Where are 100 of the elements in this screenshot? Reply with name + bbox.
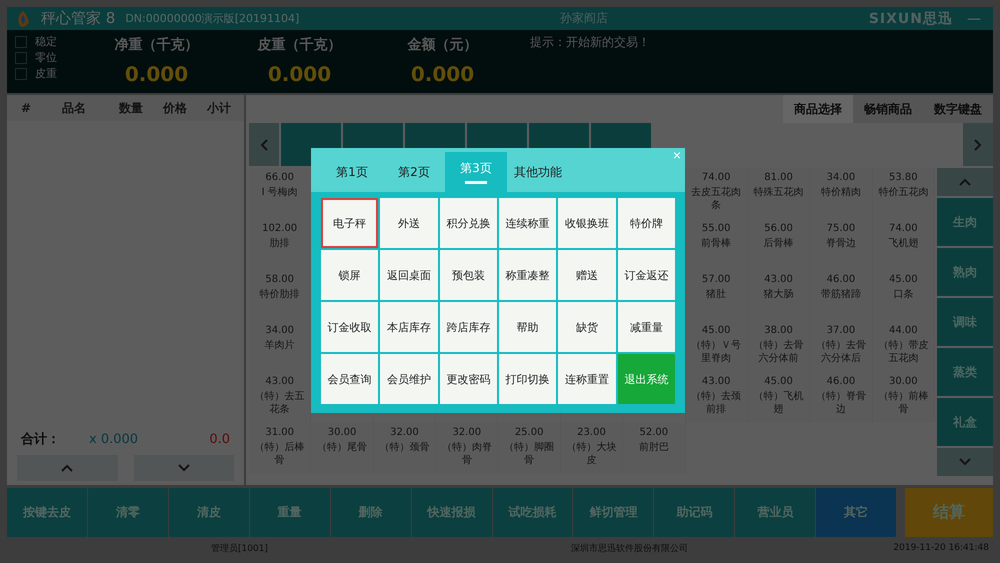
status-label: 皮重 [35, 66, 57, 81]
product-tile[interactable]: 53.80 特价五花肉 [872, 168, 935, 219]
column-header: 数量 [118, 100, 144, 116]
action-button[interactable]: 鲜切管理 [573, 488, 654, 537]
function-button[interactable]: 电子秤 [321, 198, 378, 248]
function-button[interactable]: 本店库存 [380, 302, 438, 352]
product-tile[interactable]: 45.00 （特）Ｖ号里脊肉 [686, 321, 748, 372]
product-name: 特价五花肉 [877, 187, 930, 200]
product-name: 去皮五花肉条 [690, 187, 742, 212]
reading-label: 皮重（千克） [258, 36, 342, 54]
product-name: （特）肉脊骨 [440, 442, 493, 467]
view-tab[interactable]: 数字键盘 [923, 95, 993, 123]
product-price: 81.00 [764, 172, 793, 183]
column-header: 价格 [162, 100, 188, 116]
function-button[interactable]: 收银换班 [558, 198, 616, 248]
product-tile[interactable]: 57.00 猪肚 [686, 270, 748, 321]
action-button[interactable]: 助记码 [654, 488, 734, 537]
action-button[interactable]: 快速报损 [412, 488, 492, 537]
product-price: 46.00 [826, 274, 856, 285]
status-label: 稳定 [35, 34, 57, 49]
action-button[interactable]: 营业员 [735, 488, 816, 537]
view-tab[interactable]: 畅销商品 [853, 95, 923, 123]
product-price: 56.00 [764, 223, 793, 234]
action-button[interactable]: 按键去皮 [7, 488, 87, 537]
action-button[interactable]: 重量 [250, 488, 330, 537]
category-button[interactable]: 生肉 [937, 198, 993, 246]
product-tile[interactable]: 55.00 前骨棒 [686, 219, 748, 270]
minimize-button[interactable]: — [963, 10, 985, 26]
product-price: 75.00 [826, 223, 856, 234]
category-button[interactable]: 蒸类 [937, 348, 993, 396]
product-price: 34.00 [265, 325, 294, 336]
product-name: 前骨棒 [700, 238, 732, 250]
product-price: 55.00 [702, 223, 731, 234]
product-tile[interactable]: 74.00 去皮五花肉条 [686, 168, 748, 219]
function-button[interactable]: 缺货 [558, 302, 616, 352]
column-header: # [20, 101, 32, 115]
product-name: 特价精肉 [820, 187, 862, 200]
reading-value: 0.000 [410, 62, 474, 86]
function-button[interactable]: 连称重置 [558, 354, 616, 404]
product-tile[interactable]: 44.00 （特）带皮五花肉 [872, 321, 935, 372]
product-price: 74.00 [702, 172, 731, 183]
action-button[interactable]: 试吃损耗 [492, 488, 572, 537]
product-tile[interactable]: 74.00 飞机翅 [872, 219, 935, 270]
function-button[interactable]: 称重凑整 [498, 250, 556, 300]
action-button[interactable]: 清零 [88, 488, 168, 537]
category-button[interactable]: 熟肉 [937, 248, 993, 296]
product-price: 58.00 [265, 274, 294, 285]
page-tab[interactable]: 第3页 [445, 152, 507, 192]
function-button[interactable]: 打印切换 [498, 354, 556, 404]
status-label: 零位 [35, 50, 57, 65]
product-price: 23.00 [577, 427, 606, 438]
function-button[interactable]: 连续称重 [498, 198, 556, 248]
action-button[interactable]: 结算 [905, 488, 994, 537]
product-name: 猪肚 [705, 289, 728, 302]
product-price: 53.80 [888, 172, 918, 183]
function-button[interactable]: 订金收取 [321, 302, 378, 352]
function-button[interactable]: 预包装 [440, 250, 497, 300]
function-button[interactable]: 会员查询 [321, 354, 378, 404]
product-price: 25.00 [514, 427, 544, 438]
page-tab[interactable]: 第1页 [321, 152, 383, 192]
brand-logo: SIXUN思迅 [868, 10, 953, 28]
page-tab[interactable]: 第2页 [383, 152, 445, 192]
product-price: 45.00 [702, 325, 731, 336]
product-name: （特）去骨六分体后 [814, 340, 867, 365]
product-price: 46.00 [826, 376, 856, 387]
reading-label: 净重（千克） [114, 36, 198, 54]
function-button[interactable]: 跨店库存 [440, 302, 497, 352]
function-button[interactable]: 积分兑换 [440, 198, 497, 248]
product-name: （特）大块皮 [565, 442, 618, 467]
product-tile[interactable]: 43.00 （特）去颈前排 [686, 372, 748, 423]
product-tile[interactable]: 30.00 （特）前棒骨 [872, 372, 935, 423]
product-tile[interactable]: 32.00 （特）颈骨 [374, 423, 436, 474]
reading-label: 金额（元） [408, 36, 478, 54]
product-price: 44.00 [888, 325, 918, 336]
function-button[interactable]: 赠送 [558, 250, 616, 300]
function-button[interactable]: 会员维护 [380, 354, 438, 404]
total-label: 合计： [21, 431, 61, 448]
function-button[interactable]: 退出系统 [618, 354, 675, 404]
category-button[interactable]: 礼盒 [937, 398, 993, 446]
product-name: 带筋猪蹄 [820, 289, 862, 302]
page-tab[interactable]: 其他功能 [507, 152, 569, 192]
function-button[interactable]: 特价牌 [618, 198, 675, 248]
function-button[interactable]: 锁屏 [321, 250, 378, 300]
function-button[interactable]: 帮助 [498, 302, 556, 352]
function-button[interactable]: 订金返还 [618, 250, 675, 300]
product-name: 前肘巴 [638, 442, 670, 454]
function-button[interactable]: 更改密码 [440, 354, 497, 404]
category-button[interactable]: 调味 [937, 298, 993, 346]
view-tab[interactable]: 商品选择 [783, 95, 853, 123]
store-name: 孙家阎店 [559, 10, 610, 27]
function-button[interactable]: 返回桌面 [380, 250, 438, 300]
product-name: （特）带皮五花肉 [877, 340, 930, 365]
product-tile[interactable]: 45.00 口条 [872, 270, 935, 321]
app-title: 秤心管家 8 [41, 9, 116, 28]
action-button[interactable]: 其它 [816, 488, 896, 537]
function-button[interactable]: 减重量 [618, 302, 675, 352]
action-button[interactable]: 清皮 [168, 488, 249, 537]
action-button[interactable]: 删除 [330, 488, 411, 537]
close-button[interactable]: × [672, 148, 681, 162]
function-button[interactable]: 外送 [380, 198, 438, 248]
